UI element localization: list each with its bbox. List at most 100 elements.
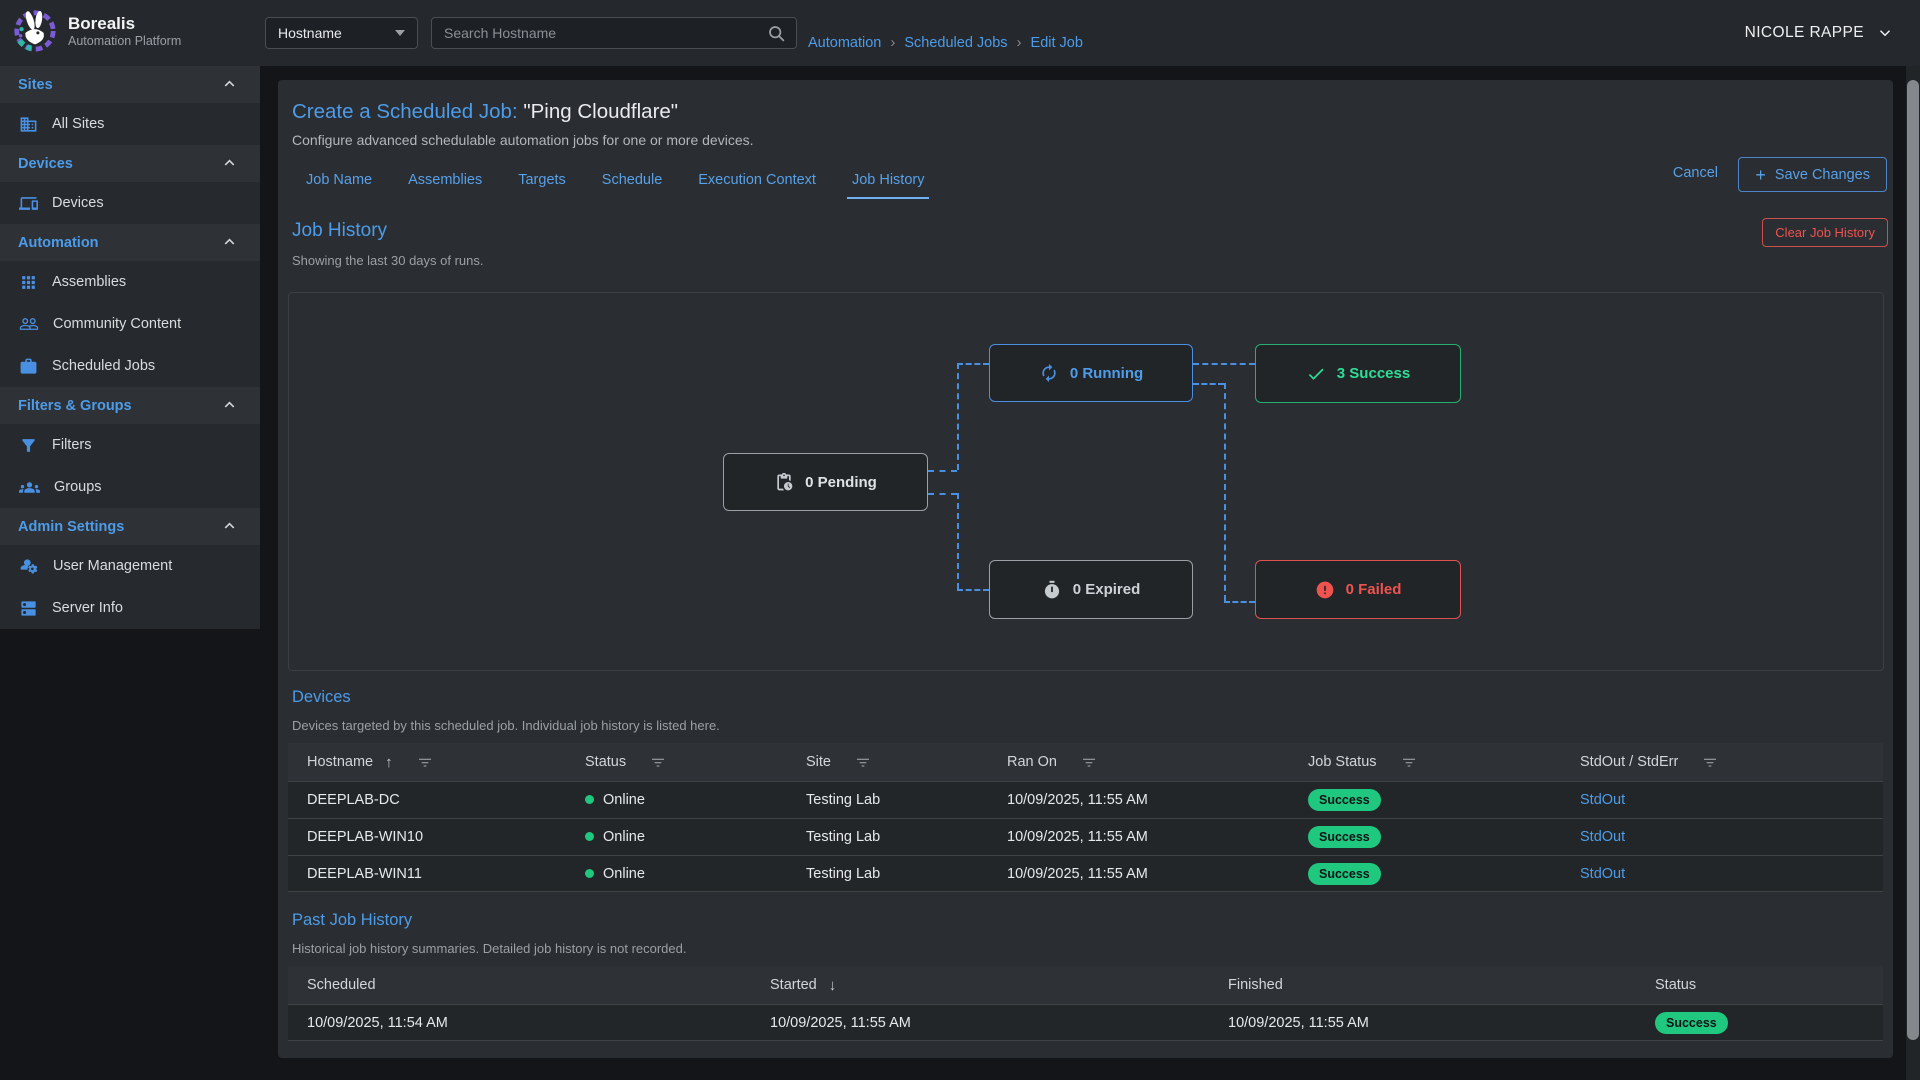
tab-job-history[interactable]: Job History [847, 166, 930, 199]
breadcrumb-automation[interactable]: Automation [808, 35, 881, 51]
column-header-status[interactable]: Status [1655, 977, 1696, 993]
tab-assemblies[interactable]: Assemblies [403, 166, 487, 199]
job-history-subheading: Showing the last 30 days of runs. [292, 253, 484, 268]
chevron-up-icon [221, 397, 238, 414]
sidebar-section-filters-groups[interactable]: Filters & Groups [0, 387, 260, 424]
people-icon [19, 314, 39, 334]
clear-job-history-button[interactable]: Clear Job History [1762, 218, 1888, 247]
flow-connector [957, 493, 959, 589]
grid-icon [19, 273, 38, 292]
flow-connector [957, 363, 989, 365]
sidebar-section-devices[interactable]: Devices [0, 145, 260, 182]
sidebar: Sites All Sites Devices Devices Automati… [0, 66, 260, 629]
stdout-link[interactable]: StdOut [1580, 866, 1625, 882]
filter-menu-icon[interactable] [650, 754, 666, 770]
filter-menu-icon[interactable] [417, 754, 433, 770]
sidebar-item-label: Filters [52, 437, 91, 453]
flow-node-success[interactable]: 3 Success [1255, 344, 1461, 403]
sidebar-item-devices[interactable]: Devices [0, 182, 260, 224]
flow-node-label: 0 Failed [1346, 581, 1402, 598]
chevron-down-icon [1876, 24, 1894, 42]
sort-desc-icon[interactable]: ↓ [829, 977, 837, 994]
pending-clipboard-icon [774, 472, 794, 492]
hostname-filter-dropdown[interactable]: Hostname [265, 17, 418, 49]
flow-node-label: 0 Running [1070, 365, 1143, 382]
sidebar-item-label: Community Content [53, 316, 181, 332]
column-header-ran-on[interactable]: Ran On [1007, 754, 1057, 770]
filter-menu-icon[interactable] [1401, 754, 1417, 770]
sidebar-item-user-management[interactable]: User Management [0, 545, 260, 587]
filter-menu-icon[interactable] [1702, 754, 1718, 770]
column-header-scheduled[interactable]: Scheduled [307, 977, 376, 993]
search-input[interactable] [444, 25, 767, 41]
past-table-header: Scheduled Started ↓ Finished Status [288, 966, 1883, 1004]
devices-table-header: Hostname ↑ Status Site Ran On Job Status [288, 743, 1883, 781]
flow-node-failed[interactable]: 0 Failed [1255, 560, 1461, 619]
main-content-card: Create a Scheduled Job: "Ping Cloudflare… [278, 80, 1893, 1058]
cancel-button[interactable]: Cancel [1673, 165, 1718, 181]
breadcrumb-scheduled-jobs[interactable]: Scheduled Jobs [904, 35, 1007, 51]
column-header-job-status[interactable]: Job Status [1308, 754, 1377, 770]
online-status-dot [585, 869, 594, 878]
column-header-status[interactable]: Status [585, 754, 626, 770]
sidebar-section-sites[interactable]: Sites [0, 66, 260, 103]
sidebar-section-admin-settings[interactable]: Admin Settings [0, 508, 260, 545]
tab-bar: Job Name Assemblies Targets Schedule Exe… [288, 166, 942, 199]
sidebar-item-server-info[interactable]: Server Info [0, 587, 260, 629]
tab-schedule[interactable]: Schedule [597, 166, 667, 199]
sidebar-item-scheduled-jobs[interactable]: Scheduled Jobs [0, 345, 260, 387]
status-badge: Success [1308, 826, 1381, 848]
column-header-site[interactable]: Site [806, 754, 831, 770]
cell-site: Testing Lab [806, 792, 1007, 808]
past-job-history-subheading: Historical job history summaries. Detail… [292, 941, 687, 956]
cell-site: Testing Lab [806, 866, 1007, 882]
flow-node-expired[interactable]: 0 Expired [989, 560, 1193, 619]
devices-heading: Devices [292, 688, 351, 707]
chevron-up-icon [221, 234, 238, 251]
sidebar-item-groups[interactable]: Groups [0, 466, 260, 508]
column-header-started[interactable]: Started [770, 977, 817, 993]
breadcrumb-edit-job[interactable]: Edit Job [1031, 35, 1083, 51]
search-box [431, 17, 797, 49]
brand-name: Borealis [68, 14, 181, 34]
column-header-hostname[interactable]: Hostname [307, 754, 373, 770]
filter-menu-icon[interactable] [1081, 754, 1097, 770]
flow-connector [957, 363, 959, 470]
flow-node-pending[interactable]: 0 Pending [723, 453, 928, 511]
tab-execution-context[interactable]: Execution Context [693, 166, 821, 199]
user-menu[interactable]: NICOLE RAPPE [1745, 0, 1894, 66]
flow-connector [1224, 383, 1226, 601]
stdout-link[interactable]: StdOut [1580, 829, 1625, 845]
error-icon [1315, 580, 1335, 600]
cell-job-status: Success [1308, 789, 1580, 811]
cell-finished: 10/09/2025, 11:55 AM [1228, 1015, 1655, 1031]
sidebar-item-label: Server Info [52, 600, 123, 616]
sidebar-item-community-content[interactable]: Community Content [0, 303, 260, 345]
tab-job-name[interactable]: Job Name [301, 166, 377, 199]
sidebar-item-assemblies[interactable]: Assemblies [0, 261, 260, 303]
filter-menu-icon[interactable] [855, 754, 871, 770]
section-label: Automation [18, 235, 99, 251]
sort-asc-icon[interactable]: ↑ [385, 754, 393, 771]
tab-targets[interactable]: Targets [513, 166, 571, 199]
sidebar-section-automation[interactable]: Automation [0, 224, 260, 261]
column-header-finished[interactable]: Finished [1228, 977, 1283, 993]
section-label: Admin Settings [18, 519, 124, 535]
cell-site: Testing Lab [806, 829, 1007, 845]
column-header-stdout-stderr[interactable]: StdOut / StdErr [1580, 754, 1678, 770]
flow-connector [1193, 383, 1224, 385]
sidebar-item-filters[interactable]: Filters [0, 424, 260, 466]
stdout-link[interactable]: StdOut [1580, 792, 1625, 808]
cell-stdout: StdOut [1580, 866, 1883, 882]
save-changes-button[interactable]: + Save Changes [1738, 157, 1887, 192]
sidebar-item-all-sites[interactable]: All Sites [0, 103, 260, 145]
flow-node-label: 3 Success [1337, 365, 1410, 382]
brand-tagline: Automation Platform [68, 34, 181, 48]
check-icon [1306, 364, 1326, 384]
scrollbar-thumb[interactable] [1907, 80, 1919, 1040]
scrollbar-track[interactable] [1906, 66, 1920, 1080]
page-title-prefix: Create a Scheduled Job: [292, 100, 518, 123]
flow-node-running[interactable]: 0 Running [989, 344, 1193, 402]
cell-hostname: DEEPLAB-DC [288, 792, 585, 808]
save-changes-label: Save Changes [1775, 167, 1870, 183]
